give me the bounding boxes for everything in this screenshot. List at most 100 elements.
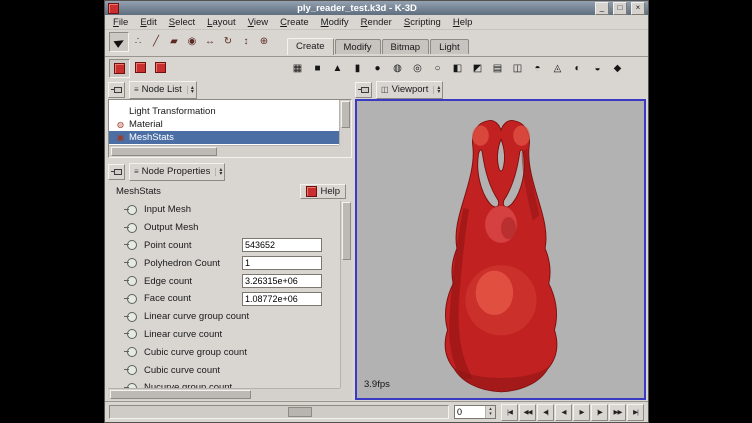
spinbox-arrows-icon[interactable]: ▴▾ [485,406,495,418]
tool-button[interactable]: ↕ [237,32,255,50]
scrollbar-thumb[interactable] [341,101,350,128]
connector-plug-icon[interactable] [124,312,138,322]
primitive-button[interactable]: ◍ [388,60,407,77]
menu-item[interactable]: Modify [315,17,355,28]
node-list-item[interactable]: Light Transformation [109,105,339,118]
property-value-input[interactable] [242,256,322,270]
primitive-button[interactable]: ◆ [608,60,627,77]
menu-item[interactable]: Select [163,17,201,28]
node-list-horizontal-scrollbar[interactable] [109,145,339,157]
transport-button[interactable]: ▶▶ [609,404,626,421]
primitive-button[interactable]: ▤ [488,60,507,77]
transport-button[interactable]: ▶| [627,404,644,421]
property-value-input[interactable] [242,274,322,288]
connector-plug-icon[interactable] [124,347,138,357]
primitive-button[interactable]: ▦ [288,60,307,77]
toolshelf-tab[interactable]: Modify [335,39,381,54]
scrollbar-thumb[interactable] [111,147,217,156]
menu-item[interactable]: Help [447,17,479,28]
panel-pin-button[interactable] [108,164,125,180]
menu-item[interactable]: View [242,17,274,28]
primitive-icon: ○ [434,63,440,74]
property-value-input[interactable] [242,292,322,306]
node-list-items[interactable]: Light Transformation ◍ Material ▣ MeshSt… [109,100,339,145]
viewport-3d[interactable]: 3.9fps [355,99,646,400]
toolshelf-tab[interactable]: Bitmap [382,39,430,54]
close-button[interactable]: × [631,2,645,15]
connector-plug-icon[interactable] [124,240,138,250]
connector-plug-icon[interactable] [124,205,138,215]
primitive-button[interactable]: ◧ [448,60,467,77]
primitive-button[interactable]: ◒ [588,60,607,77]
primitive-button[interactable]: ◬ [548,60,567,77]
primitive-button[interactable]: ◐ [568,60,587,77]
buddha-mesh[interactable] [426,106,576,400]
connector-plug-icon[interactable] [124,258,138,268]
title-bar[interactable]: ply_reader_test.k3d - K-3D _ □ × [105,1,648,15]
tool-button[interactable] [109,32,129,52]
primitive-button[interactable]: ◩ [468,60,487,77]
primitive-button[interactable]: ◓ [528,60,547,77]
node-list-vertical-scrollbar[interactable] [339,100,351,145]
tool-button[interactable]: ▰ [165,32,183,50]
primitive-button[interactable]: ■ [308,60,327,77]
transport-button[interactable]: |◀ [501,404,518,421]
frame-number-input[interactable] [455,406,485,418]
primitive-button[interactable]: ◎ [408,60,427,77]
node-properties-panel-selector[interactable]: ≡ Node Properties ▴▾ [129,163,225,181]
transport-button[interactable]: ◀| [537,404,554,421]
scrollbar-thumb[interactable] [110,390,251,399]
maximize-button[interactable]: □ [613,2,627,15]
panel-pin-button[interactable] [108,82,125,98]
primitive-button[interactable]: ▲ [328,60,347,77]
spinner-arrows-icon: ▴▾ [215,168,222,176]
transport-button[interactable]: |▶ [591,404,608,421]
toolshelf-tab[interactable]: Light [430,39,469,54]
tool-button[interactable]: ∴ [129,32,147,50]
create-mode-button[interactable] [131,59,150,76]
primitive-button[interactable]: ● [368,60,387,77]
property-value-input[interactable] [242,238,322,252]
tool-button[interactable]: ↔ [201,32,219,50]
connector-plug-icon[interactable] [124,329,138,339]
node-list-panel-selector[interactable]: ≡ Node List ▴▾ [129,81,197,99]
scrollbar-thumb[interactable] [342,202,351,260]
connector-plug-icon[interactable] [124,294,138,304]
transport-button[interactable]: ◀ [555,404,572,421]
tool-button[interactable]: ╱ [147,32,165,50]
transport-button[interactable]: ◀◀ [519,404,536,421]
primitive-button[interactable]: ○ [428,60,447,77]
primitive-icon: ■ [314,63,320,74]
menu-item[interactable]: Create [274,17,315,28]
timeline-slider[interactable] [109,405,449,419]
menu-item[interactable]: File [107,17,134,28]
transport-button[interactable]: ▶ [573,404,590,421]
minimize-button[interactable]: _ [595,2,609,15]
menu-item[interactable]: Layout [201,17,242,28]
tool-button[interactable]: ⊕ [255,32,273,50]
connector-plug-icon[interactable] [124,276,138,286]
create-mode-button[interactable] [151,59,170,76]
properties-vertical-scrollbar[interactable] [340,201,352,388]
primitive-button[interactable]: ◫ [508,60,527,77]
panel-pin-button[interactable] [355,82,372,98]
create-mode-button[interactable] [109,59,130,78]
menu-item[interactable]: Edit [134,17,162,28]
primitive-button[interactable]: ▮ [348,60,367,77]
tool-button[interactable]: ◉ [183,32,201,50]
timeline-thumb[interactable] [288,407,312,417]
node-list-item[interactable]: ◍ Material [109,118,339,131]
menu-item[interactable]: Scripting [398,17,447,28]
primitive-icon: ◎ [413,63,422,74]
tool-button[interactable]: ↻ [219,32,237,50]
viewport-panel-selector[interactable]: ◫ Viewport ▴▾ [376,81,443,99]
properties-horizontal-scrollbar[interactable] [108,388,340,400]
property-label: Edge count [144,276,236,287]
toolshelf-tab[interactable]: Create [287,38,334,55]
help-button[interactable]: Help [300,184,346,199]
connector-plug-icon[interactable] [124,365,138,375]
menu-item[interactable]: Render [355,17,398,28]
connector-plug-icon[interactable] [124,223,138,233]
node-list-item[interactable]: ▣ MeshStats [109,131,339,144]
primitive-icon: ▤ [493,63,502,74]
